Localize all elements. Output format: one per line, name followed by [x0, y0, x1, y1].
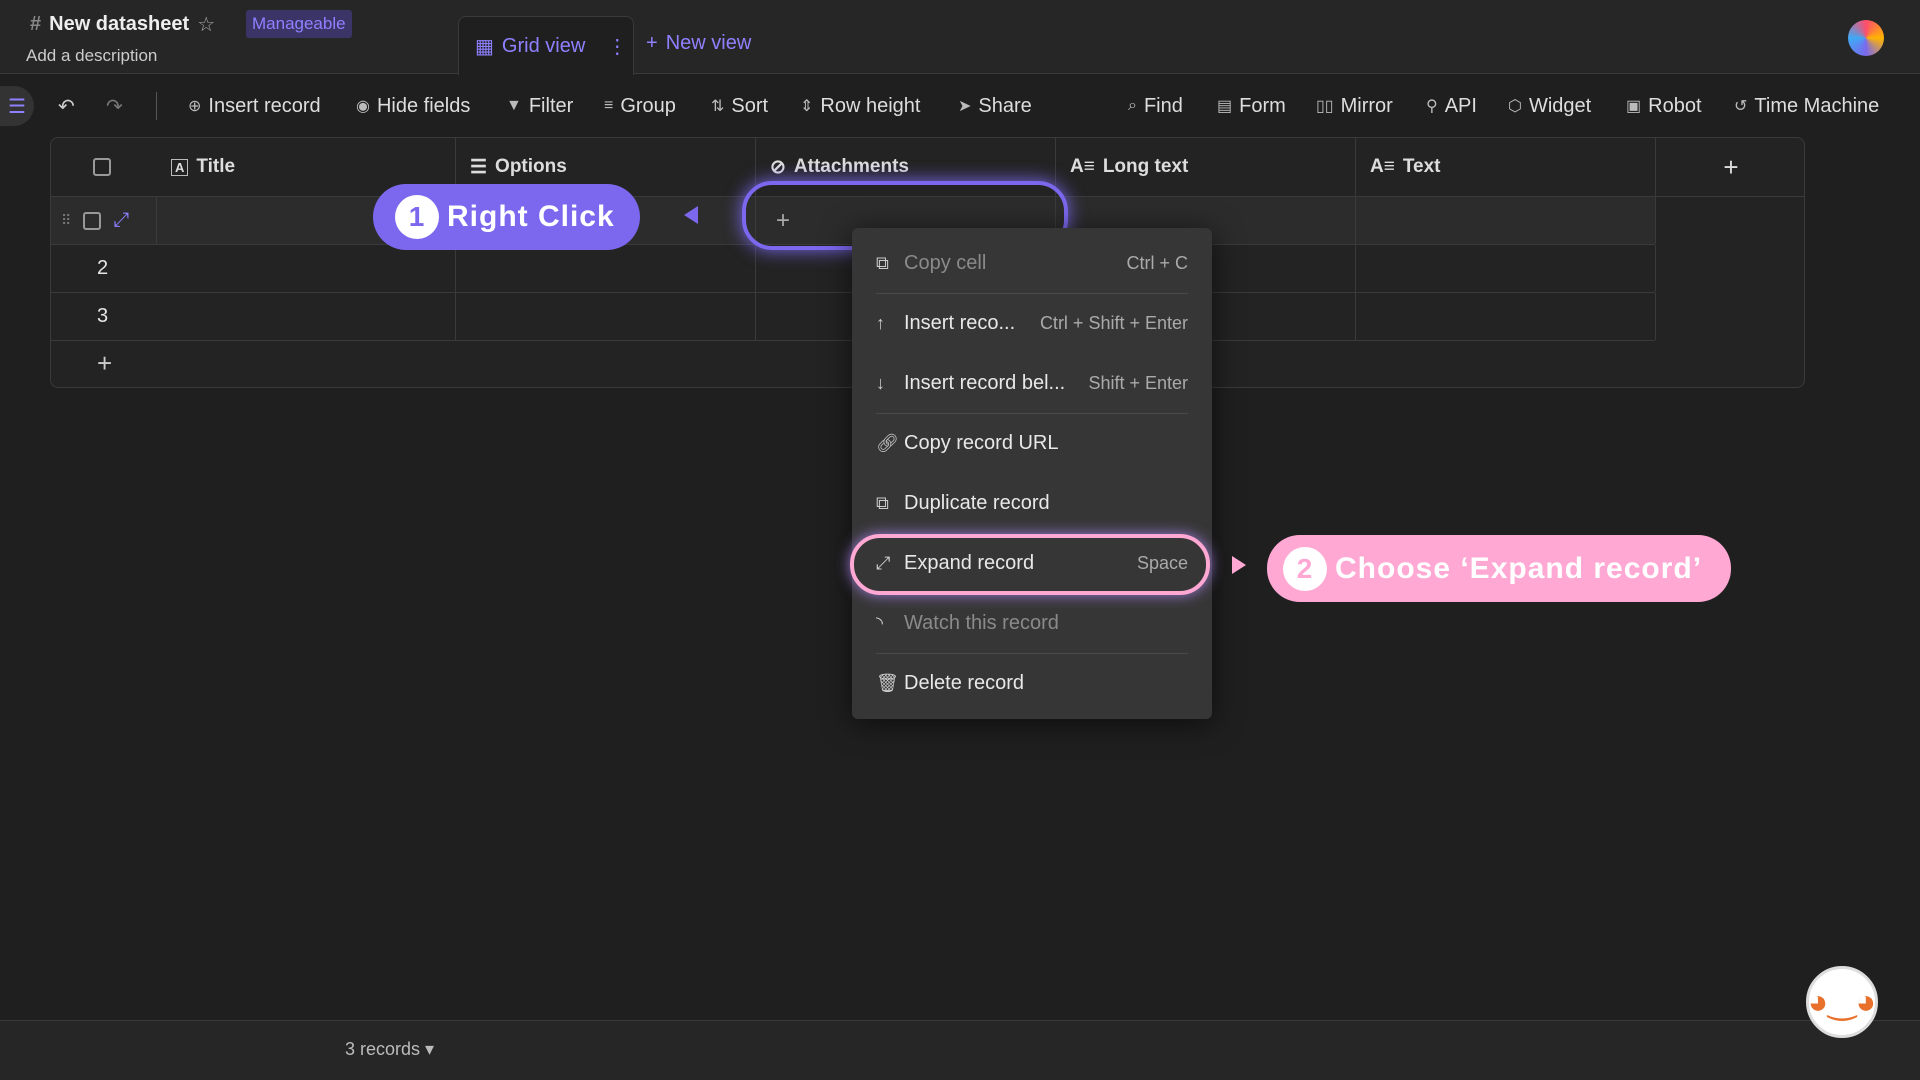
menu-item-copy-url[interactable]: 🔗︎ Copy record URL — [876, 423, 1188, 463]
arrow-down-icon: ↓ — [876, 372, 885, 393]
plus-circle-icon: ⊕ — [188, 98, 202, 115]
step2-callout: 2 Choose ‘Expand record’ — [1267, 535, 1731, 602]
sort-icon: ⇅ — [711, 98, 725, 115]
robot-icon: ▣ — [1626, 98, 1642, 115]
tab-grid-view[interactable]: ▦ Grid view ⋮ — [458, 16, 634, 75]
new-view-button[interactable]: + New view — [646, 32, 751, 55]
row-controls: ⠿ ⤢ — [51, 197, 157, 244]
pointer-arrow-right — [1232, 556, 1246, 574]
checkbox[interactable] — [93, 158, 111, 176]
expand-record-highlight — [850, 534, 1210, 595]
find-button[interactable]: ⌕ Find — [1128, 95, 1183, 118]
divider — [876, 413, 1188, 414]
link-icon: 🔗︎ — [876, 432, 899, 453]
send-icon: ➤ — [958, 98, 972, 115]
expand-icon[interactable]: ⤢ — [113, 209, 129, 232]
options-icon: ☰ — [470, 156, 488, 178]
filter-icon: ▼ — [506, 97, 522, 114]
status-bar: 3 records ▾ — [0, 1020, 1920, 1080]
row-height-icon: ⇕ — [800, 98, 814, 115]
row-number: 3 — [97, 305, 109, 327]
duplicate-icon: ⧉ — [876, 492, 889, 513]
add-row-button[interactable]: + — [97, 348, 112, 379]
divider — [876, 293, 1188, 294]
more-icon[interactable]: ⋮ — [607, 34, 627, 59]
insert-record-button[interactable]: ⊕ Insert record — [188, 95, 321, 118]
hash-icon: # — [30, 13, 42, 35]
menu-item-copy-cell[interactable]: ⧉ Copy cell Ctrl + C — [876, 243, 1188, 283]
context-menu: ⧉ Copy cell Ctrl + C ↑ Insert reco... Ctrl +… — [852, 228, 1212, 719]
search-icon: ⌕ — [1128, 97, 1137, 114]
column-long-text[interactable]: A≡ Long text — [1056, 138, 1356, 196]
group-icon: ≡ — [604, 97, 614, 114]
checkbox[interactable] — [83, 211, 102, 230]
text-field-icon: A — [171, 158, 189, 176]
datasheet-title[interactable]: # New datasheet ☆ — [30, 12, 215, 37]
cell[interactable] — [456, 245, 756, 292]
record-count[interactable]: 3 records ▾ — [345, 1039, 434, 1060]
mirror-icon: ▯▯ — [1316, 98, 1334, 115]
user-avatar[interactable] — [1848, 20, 1884, 56]
copy-icon: ⧉ — [876, 252, 889, 273]
cell[interactable] — [1356, 245, 1656, 292]
api-icon: ⚲ — [1426, 98, 1438, 115]
plus-icon: + — [646, 32, 658, 54]
menu-item-duplicate[interactable]: ⧉ Duplicate record — [876, 483, 1188, 523]
menu-item-insert-below[interactable]: ↓ Insert record bel... Shift + Enter — [876, 363, 1188, 403]
paperclip-icon: ⊘ — [770, 156, 786, 178]
trash-icon: 🗑︎ — [876, 672, 899, 693]
grid-icon: ▦ — [475, 35, 494, 58]
cell[interactable] — [1356, 293, 1656, 340]
row-number: 2 — [97, 257, 109, 279]
cell[interactable] — [1356, 197, 1656, 244]
hide-fields-button[interactable]: ◉ Hide fields — [356, 95, 470, 118]
eye-icon: ◉ — [356, 98, 370, 115]
long-text-icon: A≡ — [1070, 156, 1095, 177]
mirror-button[interactable]: ▯▯ Mirror — [1316, 95, 1393, 118]
star-icon[interactable]: ☆ — [197, 12, 215, 37]
share-button[interactable]: ➤ Share — [958, 95, 1032, 118]
form-icon: ▤ — [1217, 98, 1233, 115]
drag-handle-icon[interactable]: ⠿ — [61, 212, 71, 229]
menu-item-delete[interactable]: 🗑︎ Delete record — [876, 663, 1188, 703]
sidebar-toggle[interactable]: ☰ — [0, 86, 34, 126]
api-button[interactable]: ⚲ API — [1426, 95, 1477, 118]
row-height-button[interactable]: ⇕ Row height — [800, 95, 920, 118]
description-field[interactable]: Add a description — [26, 46, 157, 66]
add-column-button[interactable]: + — [1656, 138, 1804, 196]
assistant-mascot-icon[interactable]: ◕‿◕ — [1806, 966, 1878, 1038]
cell[interactable] — [157, 245, 456, 292]
permission-badge: Manageable — [246, 10, 352, 38]
cell[interactable] — [157, 293, 456, 340]
time-machine-button[interactable]: ↺ Time Machine — [1734, 95, 1879, 118]
top-bar: # New datasheet ☆ Manageable Add a descrip… — [0, 0, 1920, 75]
pointer-arrow-left — [684, 206, 698, 224]
column-text[interactable]: A≡ Text — [1356, 138, 1656, 196]
arrow-up-icon: ↑ — [876, 312, 885, 333]
cell[interactable] — [456, 293, 756, 340]
widget-button[interactable]: ⬡ Widget — [1508, 95, 1591, 118]
rss-icon: ◝ — [876, 612, 883, 633]
select-all[interactable] — [51, 138, 157, 196]
redo-icon[interactable]: ↷ — [106, 94, 123, 119]
undo-icon[interactable]: ↶ — [58, 94, 75, 119]
divider — [876, 653, 1188, 654]
text-icon: A≡ — [1370, 156, 1395, 177]
robot-button[interactable]: ▣ Robot — [1626, 95, 1702, 118]
menu-item-watch[interactable]: ◝ Watch this record — [876, 603, 1188, 643]
toolbar: ☰ ↶ ↷ ⊕ Insert record ◉ Hide fields ▼ Filte… — [0, 86, 1920, 126]
widget-icon: ⬡ — [1508, 98, 1522, 115]
step1-callout: 1 Right Click — [373, 184, 640, 250]
toolbar-divider — [156, 92, 157, 120]
history-icon: ↺ — [1734, 98, 1748, 115]
form-button[interactable]: ▤ Form — [1217, 95, 1286, 118]
sort-button[interactable]: ⇅ Sort — [711, 95, 768, 118]
menu-item-insert-above[interactable]: ↑ Insert reco... Ctrl + Shift + Enter — [876, 303, 1188, 343]
group-button[interactable]: ≡ Group — [604, 95, 676, 118]
filter-button[interactable]: ▼ Filter — [506, 95, 573, 118]
